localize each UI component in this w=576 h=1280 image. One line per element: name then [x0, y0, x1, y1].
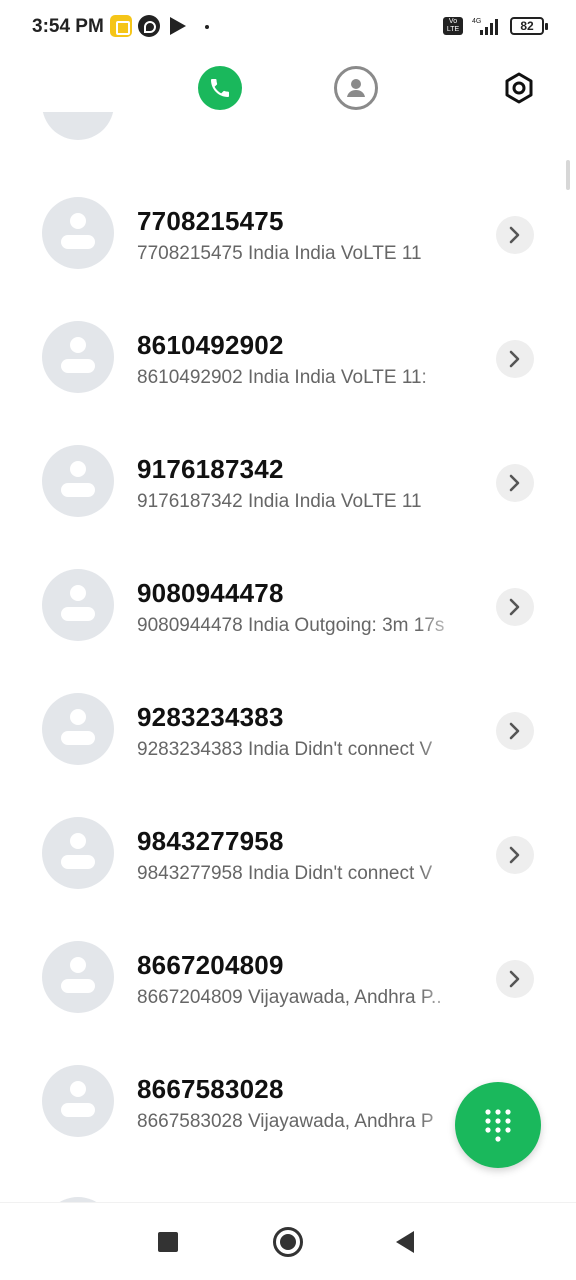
phone-icon [211, 79, 229, 97]
avatar [42, 941, 114, 1013]
call-details-button[interactable] [496, 712, 534, 750]
avatar-head-icon [70, 461, 86, 477]
call-detail: 7708215475 India India VoLTE 11 [137, 243, 422, 264]
call-details-button[interactable] [496, 216, 534, 254]
network-type-label: 4G [472, 18, 481, 25]
list-item[interactable]: 9843277958 9843277958 India Didn't connec… [0, 794, 576, 918]
avatar-body-icon [61, 855, 95, 869]
caller-number: 9080944478 [137, 578, 284, 608]
chevron-right-icon [509, 474, 520, 492]
caller-number: 8667583028 [137, 1074, 284, 1104]
call-detail: 8667204809 Vijayawada, Andhra P.. [137, 987, 442, 1008]
avatar [42, 817, 114, 889]
avatar-head-icon [70, 585, 86, 601]
avatar [42, 197, 114, 269]
call-detail: 8667583028 Vijayawada, Andhra P [137, 1111, 434, 1132]
avatar-head-icon [70, 709, 86, 725]
status-bar: 3:54 PM Vo LTE 4G 82 [0, 0, 576, 56]
recents-square-icon[interactable] [158, 1232, 178, 1252]
list-item[interactable]: 7708215475 7708215475 India India VoLTE 1… [0, 174, 576, 298]
avatar-body-icon [61, 235, 95, 249]
avatar [42, 321, 114, 393]
avatar-body-icon [61, 731, 95, 745]
avatar-head-icon [70, 213, 86, 229]
avatar [42, 693, 114, 765]
signal-icon: 4G [472, 18, 498, 35]
chevron-right-icon [509, 722, 520, 740]
avatar-body-icon [61, 607, 95, 621]
avatar-head-icon [70, 833, 86, 849]
call-details-button[interactable] [496, 960, 534, 998]
play-store-icon [170, 17, 186, 35]
call-detail: 9080944478 India Outgoing: 3m 17s [137, 615, 445, 636]
call-details-button[interactable] [496, 464, 534, 502]
dialpad-button[interactable] [455, 1082, 541, 1168]
chevron-right-icon [509, 970, 520, 988]
list-item[interactable]: 9080944478 9080944478 India Outgoing: 3m … [0, 546, 576, 670]
avatar-body-icon [61, 483, 95, 497]
person-icon [347, 79, 365, 97]
notification-icon [110, 15, 132, 37]
settings-icon [505, 72, 533, 104]
tab-contacts[interactable] [334, 66, 378, 110]
avatar-head-icon [70, 1081, 86, 1097]
avatar-body-icon [61, 1103, 95, 1117]
caller-number: 8610492902 [137, 330, 284, 360]
call-detail: 9283234383 India Didn't connect V [137, 739, 433, 760]
caller-number: 9283234383 [137, 702, 284, 732]
top-tabs [0, 66, 576, 116]
status-time: 3:54 PM [32, 16, 104, 37]
list-item[interactable] [0, 1174, 576, 1202]
chevron-right-icon [509, 598, 520, 616]
call-detail: 9843277958 India Didn't connect V [137, 863, 433, 884]
avatar [42, 445, 114, 517]
avatar [42, 569, 114, 641]
caller-number: 7708215475 [137, 206, 284, 236]
chevron-right-icon [509, 226, 520, 244]
call-details-button[interactable] [496, 340, 534, 378]
avatar [42, 112, 114, 140]
tab-settings[interactable] [497, 66, 541, 110]
avatar-head-icon [70, 337, 86, 353]
chevron-right-icon [509, 846, 520, 864]
volte-icon: Vo LTE [443, 17, 463, 35]
list-item[interactable]: 9283234383 9283234383 India Didn't connec… [0, 670, 576, 794]
caller-number: 9843277958 [137, 826, 284, 856]
avatar-body-icon [61, 359, 95, 373]
call-detail: 9176187342 India India VoLTE 11 [137, 491, 422, 512]
caller-number: 9176187342 [137, 454, 284, 484]
whatsapp-icon [138, 15, 160, 37]
list-item[interactable]: 9176187342 9176187342 India India VoLTE 1… [0, 422, 576, 546]
list-item[interactable]: 8667204809 8667204809 Vijayawada, Andhra … [0, 918, 576, 1042]
home-circle-icon[interactable] [273, 1227, 303, 1257]
call-details-button[interactable] [496, 588, 534, 626]
navigation-bar [0, 1202, 576, 1280]
chevron-right-icon [509, 350, 520, 368]
more-notifications-dot-icon [205, 25, 209, 29]
call-details-button[interactable] [496, 836, 534, 874]
tab-calls[interactable] [198, 66, 242, 110]
avatar-head-icon [70, 957, 86, 973]
call-log-list[interactable]: 7708215475 7708215475 India India VoLTE 1… [0, 112, 576, 1202]
avatar-body-icon [61, 979, 95, 993]
avatar [42, 1065, 114, 1137]
dialpad-icon [485, 1109, 511, 1142]
battery-icon: 82 [510, 17, 548, 35]
caller-number: 8667204809 [137, 950, 284, 980]
back-triangle-icon[interactable] [396, 1231, 414, 1253]
call-detail: 8610492902 India India VoLTE 11: [137, 367, 427, 388]
list-item[interactable]: 8610492902 8610492902 India India VoLTE 1… [0, 298, 576, 422]
